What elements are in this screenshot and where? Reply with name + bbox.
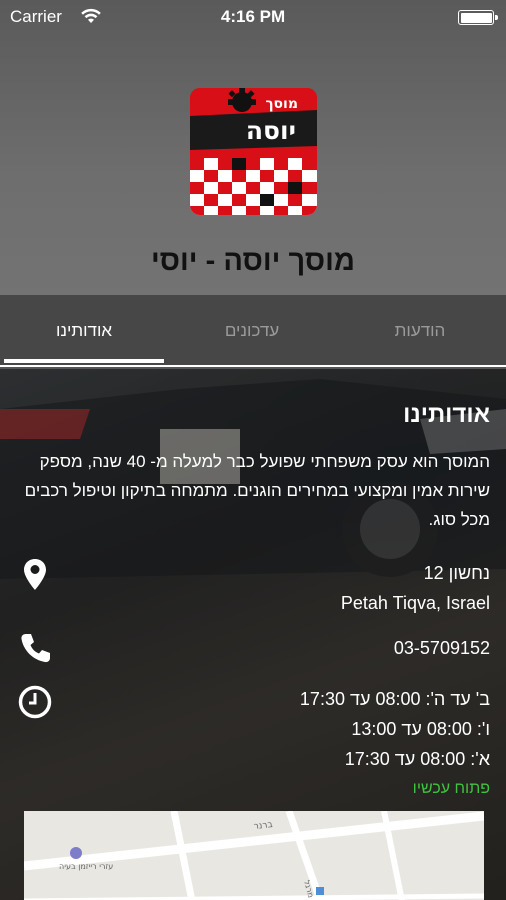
address-line-2: Petah Tiqva, Israel <box>340 593 490 613</box>
about-description: המוסך הוא עסק משפחתי שפועל כבר למעלה מ- … <box>24 452 490 529</box>
status-bar: Carrier 4:16 PM <box>0 0 506 34</box>
tab-bar: הודעות עדכונים אודותינו <box>0 295 506 367</box>
tab-updates[interactable]: עדכונים <box>168 295 336 365</box>
phone-icon[interactable] <box>18 631 52 665</box>
map-place-label: עזרי רייזמן בעיה <box>59 862 113 871</box>
active-tab-indicator <box>4 359 164 363</box>
app-title: מוסך יוסה - יוסי <box>151 245 355 277</box>
open-now-status: פתוח עכשיו <box>412 780 490 797</box>
app-header: Carrier 4:16 PM מוסך יוסה מוסך יוסה - יו… <box>0 0 506 295</box>
hours-line-1: ב' עד ה': 08:00 עד 17:30 <box>299 689 490 709</box>
logo-top-text: מוסך <box>265 96 298 112</box>
battery-icon <box>458 10 498 25</box>
address-block[interactable]: נחשון 12 Petah Tiqva, Israel <box>341 558 490 618</box>
hours-line-2: ו': 08:00 עד 13:00 <box>351 719 490 739</box>
about-title: אודותינו <box>403 401 490 428</box>
location-map[interactable]: ברנר עזרי רייזמן בעיה מרגל <box>24 811 484 900</box>
clock-icon <box>18 685 52 719</box>
opening-hours: ב' עד ה': 08:00 עד 17:30 ו': 08:00 עד 13… <box>300 684 490 804</box>
hours-line-3: א': 08:00 עד 17:30 <box>344 749 490 769</box>
tab-about[interactable]: אודותינו <box>0 295 168 365</box>
tab-messages[interactable]: הודעות <box>336 295 504 365</box>
about-content: אודותינו המוסך הוא עסק משפחתי שפועל כבר … <box>0 369 506 900</box>
logo-main-text: יוסה <box>246 116 296 145</box>
status-time: 4:16 PM <box>220 7 286 26</box>
location-pin-icon[interactable] <box>18 557 52 591</box>
map-street-label: ברנר <box>253 820 273 832</box>
app-logo: מוסך יוסה <box>190 88 317 215</box>
address-line-1: נחשון 12 <box>423 563 490 583</box>
phone-row[interactable]: 03-5709152 <box>394 633 490 663</box>
phone-number[interactable]: 03-5709152 <box>394 633 490 663</box>
